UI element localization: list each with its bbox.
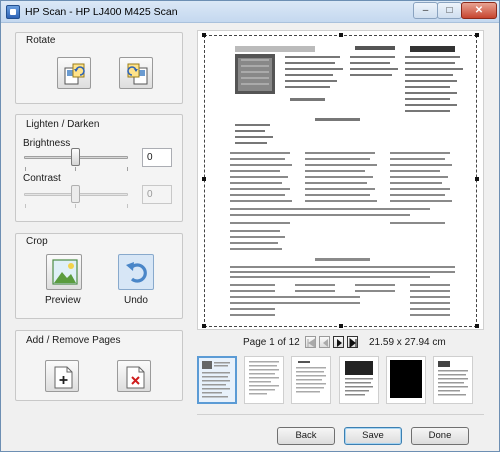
add-remove-pages-label: Add / Remove Pages — [26, 335, 121, 346]
rotate-left-icon — [64, 63, 85, 85]
rotate-right-icon — [127, 63, 148, 85]
first-page-icon — [307, 338, 316, 348]
contrast-slider-thumb[interactable] — [71, 185, 80, 203]
page-thumbnail-image — [202, 361, 230, 398]
remove-page-icon — [126, 366, 145, 389]
remove-page-button[interactable] — [117, 360, 151, 392]
crop-undo-label: Undo — [124, 295, 148, 306]
footer-separator — [197, 414, 484, 415]
page-thumbnail-image — [438, 361, 468, 396]
page-thumbnail[interactable] — [339, 356, 379, 404]
window-title: HP Scan - HP LJ400 M425 Scan — [25, 6, 178, 18]
minimize-button[interactable]: – — [413, 2, 438, 19]
title-bar: HP Scan - HP LJ400 M425 Scan – □ ✕ — [1, 1, 499, 23]
rotate-label: Rotate — [26, 35, 56, 46]
crop-handle-top-right[interactable] — [475, 33, 479, 37]
hp-scan-window: HP Scan - HP LJ400 M425 Scan – □ ✕ Rotat… — [0, 0, 500, 452]
add-page-icon — [54, 366, 73, 389]
save-button[interactable]: Save — [344, 427, 402, 445]
page-size-label: 21.59 x 27.94 cm — [369, 337, 446, 348]
crop-undo-button[interactable] — [118, 254, 154, 290]
crop-panel: Crop — [15, 233, 183, 319]
scanned-document-image — [230, 46, 463, 316]
lighten-darken-label: Lighten / Darken — [26, 119, 100, 130]
brightness-slider-thumb[interactable] — [71, 148, 80, 166]
brightness-tick — [75, 167, 76, 171]
rotate-right-button[interactable] — [119, 57, 153, 89]
next-page-button[interactable] — [333, 336, 344, 348]
previous-page-icon — [323, 339, 328, 347]
first-page-button[interactable] — [305, 336, 316, 348]
app-icon — [6, 5, 20, 19]
page-thumbnail[interactable] — [433, 356, 473, 404]
crop-handle-right[interactable] — [475, 177, 479, 181]
contrast-label: Contrast — [23, 173, 61, 184]
brightness-tick — [127, 167, 128, 171]
page-indicator: Page 1 of 12 — [243, 337, 300, 348]
crop-preview-label: Preview — [45, 295, 81, 306]
brightness-label: Brightness — [23, 138, 71, 149]
crop-handle-left[interactable] — [202, 177, 206, 181]
page-thumbnail-image — [296, 361, 326, 393]
brightness-input[interactable]: 0 — [142, 148, 172, 167]
crop-preview-button[interactable] — [46, 254, 82, 290]
done-button[interactable]: Done — [411, 427, 469, 445]
crop-label: Crop — [26, 236, 48, 247]
next-page-icon — [337, 339, 342, 347]
scanned-page-image[interactable] — [204, 35, 477, 327]
page-thumbnail[interactable] — [291, 356, 331, 404]
crop-handle-bottom[interactable] — [339, 324, 343, 328]
previous-page-button[interactable] — [319, 336, 330, 348]
contrast-tick — [25, 204, 26, 208]
last-page-button[interactable] — [347, 336, 358, 348]
crop-handle-bottom-right[interactable] — [475, 324, 479, 328]
back-button[interactable]: Back — [277, 427, 335, 445]
maximize-button[interactable]: □ — [437, 2, 462, 19]
image-preview-icon — [52, 259, 78, 285]
page-thumbnail[interactable] — [197, 356, 237, 404]
contrast-tick — [75, 204, 76, 208]
page-thumbnail[interactable] — [244, 356, 284, 404]
lighten-darken-panel: Lighten / Darken — [15, 114, 183, 222]
crop-handle-bottom-left[interactable] — [202, 324, 206, 328]
scan-preview-area[interactable] — [197, 30, 484, 330]
page-thumbnail-image — [390, 360, 422, 398]
page-thumbnail-image — [249, 361, 279, 395]
add-remove-pages-panel: Add / Remove Pages — [15, 330, 183, 401]
rotate-left-button[interactable] — [57, 57, 91, 89]
undo-arrow-icon — [126, 262, 147, 283]
brightness-tick — [25, 167, 26, 171]
crop-handle-top[interactable] — [339, 33, 343, 37]
rotate-panel: Rotate — [15, 32, 183, 104]
close-button[interactable]: ✕ — [461, 2, 497, 19]
last-page-icon — [349, 338, 357, 348]
page-thumbnail[interactable] — [386, 356, 426, 404]
contrast-input[interactable]: 0 — [142, 185, 172, 204]
page-thumbnail-image — [345, 361, 373, 396]
contrast-tick — [127, 204, 128, 208]
crop-handle-top-left[interactable] — [202, 33, 206, 37]
add-page-button[interactable] — [45, 360, 79, 392]
